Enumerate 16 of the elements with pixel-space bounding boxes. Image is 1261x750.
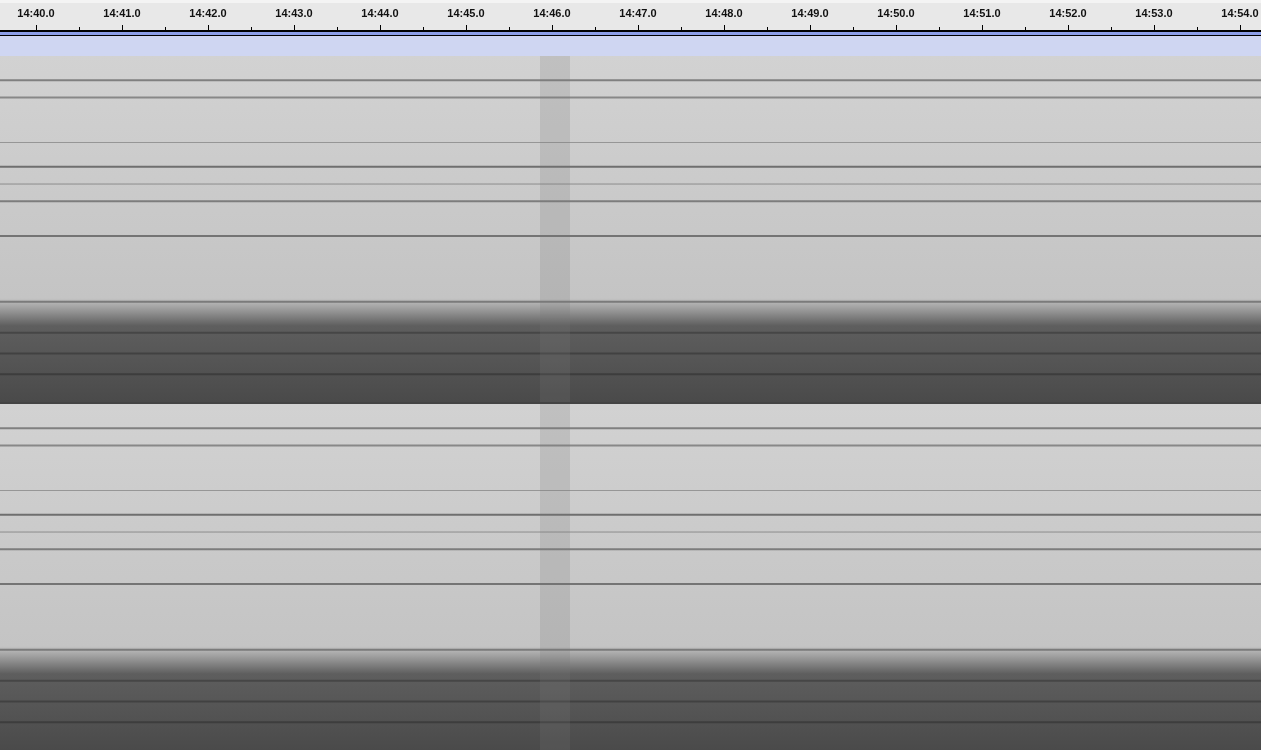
time-label: 14:44.0 — [360, 7, 400, 19]
time-label: 14:51.0 — [962, 7, 1002, 19]
time-label: 14:47.0 — [618, 7, 658, 19]
time-label: 14:48.0 — [704, 7, 744, 19]
time-label: 14:53.0 — [1134, 7, 1174, 19]
time-label: 14:41.0 — [102, 7, 142, 19]
time-label: 14:43.0 — [274, 7, 314, 19]
time-label: 14:40.0 — [16, 7, 56, 19]
time-label: 14:52.0 — [1048, 7, 1088, 19]
timeline-ruler[interactable]: 14:40.0 14:41.0 14:42.0 14:43.0 14:44.0 14:45.0 14:46.0 14:47.0 14:48.0 14:49.0 14:50.0 14:51.0 14:52.0 14:53.0 14:54.0 — [0, 0, 1261, 32]
time-label: 14:42.0 — [188, 7, 228, 19]
time-label: 14:50.0 — [876, 7, 916, 19]
time-label: 14:46.0 — [532, 7, 572, 19]
time-label: 14:45.0 — [446, 7, 486, 19]
time-label: 14:49.0 — [790, 7, 830, 19]
time-label: 14:54.0 — [1220, 7, 1260, 19]
